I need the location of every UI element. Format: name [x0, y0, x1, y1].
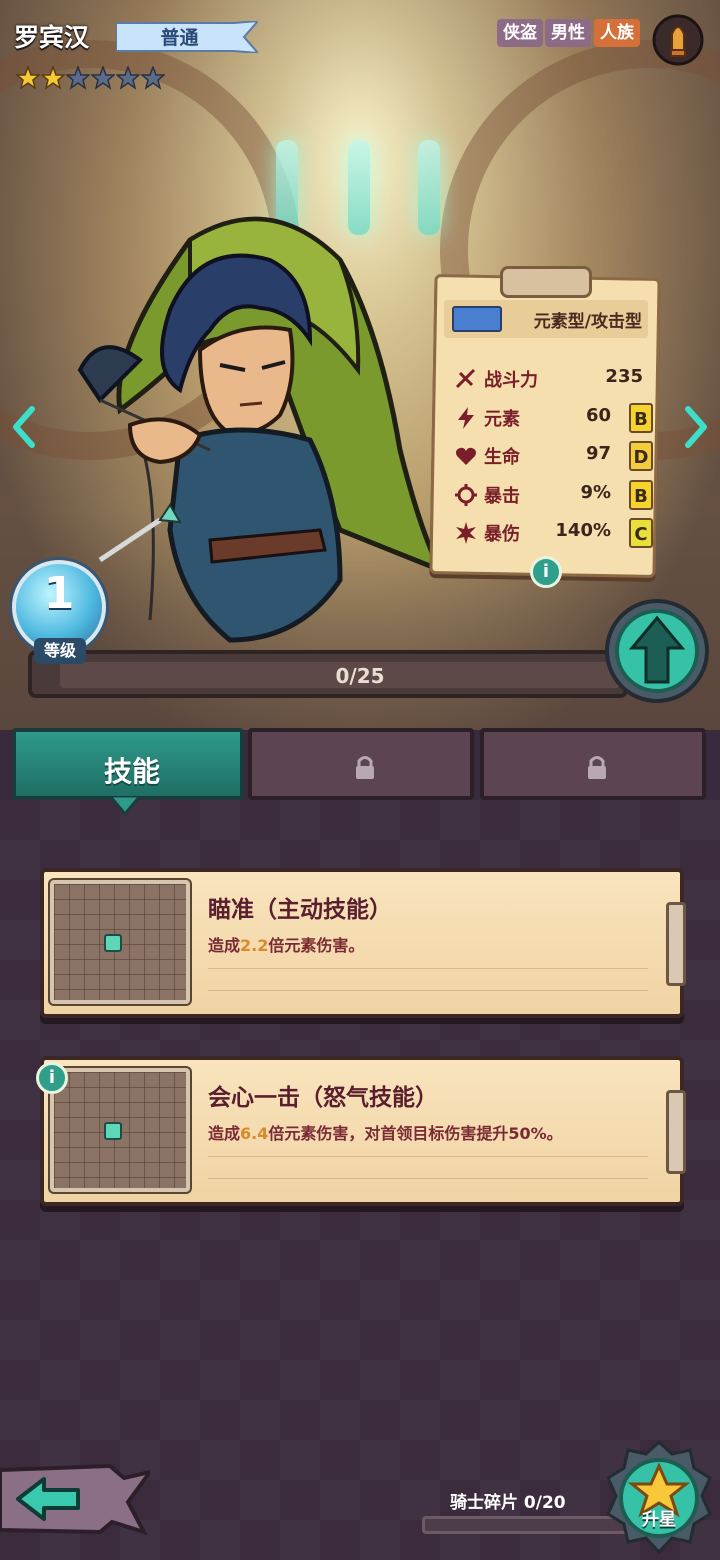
skill-info-button[interactable]: i	[36, 1062, 68, 1094]
shards-progress-bar	[422, 1516, 632, 1534]
stat-row-crit-damage: 暴伤 140% C	[450, 516, 655, 550]
stat-name: 暴伤	[484, 524, 520, 545]
grade-badge: D	[629, 441, 653, 471]
divider	[208, 1156, 648, 1157]
star-empty-icon	[116, 66, 140, 90]
star-filled-icon	[41, 66, 65, 90]
skill-desc-text: 造成	[208, 1124, 241, 1143]
stat-name: 生命	[484, 447, 520, 468]
chevron-left-icon[interactable]	[10, 405, 38, 449]
stat-row-element: 元素 60 B	[450, 401, 655, 435]
skill-multiplier: 6.4	[240, 1124, 269, 1143]
hero-type-label: 元素型/攻击型	[533, 312, 642, 332]
divider	[208, 1178, 648, 1179]
skill-card-2[interactable]: 会心一击（怒气技能） 造成6.4倍元素伤害，对首领目标伤害提升50%。	[40, 1056, 686, 1206]
skill-desc-text: 倍元素伤害，对首领目标伤害提升50%。	[268, 1124, 563, 1143]
skill-multiplier: 2.2	[240, 936, 269, 955]
bullet-icon[interactable]	[652, 12, 704, 68]
sword-icon	[452, 306, 502, 332]
burst-icon	[456, 522, 476, 544]
stat-value: 97	[585, 443, 611, 464]
stats-info-button[interactable]: i	[530, 556, 562, 588]
level-number: 1	[43, 568, 75, 619]
grade-badge: B	[629, 403, 653, 433]
power-icon	[455, 368, 476, 389]
star-rating	[16, 66, 165, 90]
skill-name: 瞄准（主动技能）	[208, 897, 392, 923]
hero-name: 罗宾汉	[14, 23, 90, 52]
skill-desc-text: 造成	[208, 936, 241, 955]
stat-row-power: 战斗力 235	[450, 362, 655, 396]
tab-locked-2[interactable]	[480, 728, 706, 800]
back-button[interactable]	[0, 1462, 150, 1536]
crosshair-icon	[455, 484, 477, 506]
divider	[208, 968, 648, 969]
knight-shards-label: 骑士碎片 0/20	[450, 1493, 566, 1513]
lock-icon	[588, 756, 606, 779]
level-up-button[interactable]	[602, 596, 712, 706]
heart-icon	[456, 447, 476, 465]
star-up-label: 升星	[642, 1510, 676, 1530]
star-empty-icon	[141, 66, 165, 90]
stat-name: 战斗力	[484, 370, 538, 391]
stat-row-crit: 暴击 9% B	[450, 478, 655, 512]
grade-badge: C	[629, 518, 653, 548]
stat-value: 9%	[580, 482, 611, 503]
skill-card-1[interactable]: 瞄准（主动技能） 造成2.2倍元素伤害。	[40, 868, 686, 1018]
tag-class: 侠盗	[497, 19, 543, 47]
tab-locked-1[interactable]	[248, 728, 474, 800]
tab-skills[interactable]: 技能	[12, 728, 244, 800]
rarity-label: 普通	[160, 27, 199, 49]
star-empty-icon	[66, 66, 90, 90]
skill-name: 会心一击（怒气技能）	[208, 1085, 438, 1111]
lightning-icon	[458, 407, 474, 429]
skill-description: 造成6.4倍元素伤害，对首领目标伤害提升50%。	[208, 1120, 563, 1144]
skill-card-tab	[666, 1090, 686, 1174]
grade-badge: B	[629, 480, 653, 510]
stats-clip	[500, 266, 592, 298]
stat-value: 140%	[555, 520, 611, 541]
star-up-button[interactable]	[606, 1440, 712, 1554]
star-filled-icon	[16, 66, 40, 90]
stat-value: 235	[605, 366, 643, 387]
stat-name: 暴击	[484, 486, 520, 507]
divider	[208, 990, 648, 991]
level-label: 等级	[34, 638, 86, 664]
tag-race: 人族	[594, 19, 640, 47]
skill-gem-icon	[104, 1122, 122, 1140]
tag-gender: 男性	[545, 19, 591, 47]
tab-skills-label: 技能	[103, 755, 160, 788]
stat-value: 60	[585, 405, 611, 426]
stat-row-health: 生命 97 D	[450, 439, 655, 473]
stat-name: 元素	[484, 409, 520, 430]
star-empty-icon	[91, 66, 115, 90]
lock-icon	[356, 756, 374, 779]
skill-card-tab	[666, 902, 686, 986]
skill-description: 造成2.2倍元素伤害。	[208, 932, 364, 956]
tab-pointer	[110, 796, 140, 816]
skill-gem-icon	[104, 934, 122, 952]
xp-text: 0/25	[335, 664, 385, 688]
chevron-right-icon[interactable]	[682, 405, 710, 449]
skill-desc-text: 倍元素伤害。	[268, 936, 365, 955]
tab-bar: 技能	[12, 728, 708, 800]
